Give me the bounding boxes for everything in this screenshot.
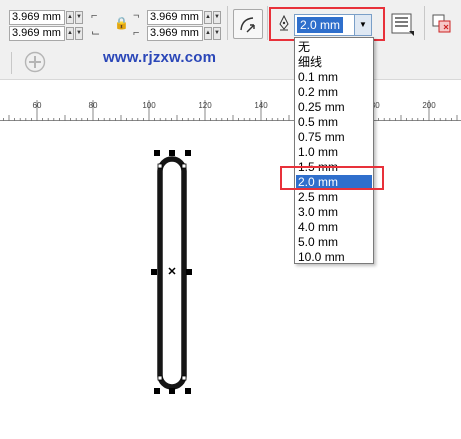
dropdown-option[interactable]: 2.5 mm (296, 190, 372, 205)
convert-to-curves-button[interactable] (428, 9, 458, 39)
dropdown-option[interactable]: 0.2 mm (296, 85, 372, 100)
corner-scale-button[interactable] (233, 9, 263, 39)
dropdown-option[interactable]: 无 (296, 40, 372, 55)
outline-width-dropdown[interactable]: 无 细线 0.1 mm 0.2 mm 0.25 mm 0.5 mm 0.75 m… (294, 37, 374, 264)
property-bar: 3.969 mm ▲ ▼ 3.969 mm ▲ ▼ ⌐ ⌙ 🔒 ¬ ⌐ 3.969 … (0, 0, 461, 46)
ruler-label: 200 (422, 101, 436, 110)
dropdown-option[interactable]: 4.0 mm (296, 220, 372, 235)
selected-option-highlight (280, 166, 384, 190)
dropdown-option[interactable]: 10.0 mm (296, 250, 372, 265)
corner-width-field-top[interactable]: 3.969 mm (9, 10, 65, 25)
pen-nib-icon (278, 14, 290, 34)
toolbar-divider (227, 6, 228, 40)
dropdown-option[interactable]: 0.5 mm (296, 115, 372, 130)
corner-top-icon: ⌐ (91, 10, 98, 22)
wrap-text-icon (391, 13, 414, 36)
chevron-down-icon[interactable]: ▼ (354, 15, 371, 35)
drawing-canvas[interactable] (0, 122, 461, 439)
corner-scale-icon (240, 17, 255, 33)
ruler-label: 140 (254, 101, 268, 110)
corner-height-top-spinner[interactable]: ▲ ▼ (204, 10, 222, 25)
toolbar-divider (424, 6, 425, 40)
dropdown-option[interactable]: 1.0 mm (296, 145, 372, 160)
ruler-label: 60 (32, 101, 42, 110)
corner-height-bottom-spinner[interactable]: ▲ ▼ (204, 26, 222, 41)
lock-icon[interactable]: 🔒 (114, 17, 129, 29)
watermark-text: www.rjzxw.com (103, 49, 217, 66)
corner-height-field-top[interactable]: 3.969 mm (147, 10, 203, 25)
corner-top-right-icon: ¬ (133, 10, 140, 22)
ruler-ticks (3, 100, 458, 121)
convert-curves-icon (432, 14, 451, 33)
corner-width-bottom-spinner[interactable]: ▲ ▼ (66, 26, 84, 41)
selected-rounded-rectangle[interactable] (0, 122, 461, 439)
dropdown-option[interactable]: 5.0 mm (296, 235, 372, 250)
horizontal-ruler[interactable]: 60 80 100 120 140 160 180 200 (0, 99, 461, 121)
wrap-text-button[interactable] (388, 9, 418, 39)
corner-height-field-bottom[interactable]: 3.969 mm (147, 26, 203, 41)
secondary-toolbar (0, 46, 461, 80)
ruler-label: 120 (198, 101, 212, 110)
dropdown-option[interactable]: 细线 (296, 55, 372, 70)
toolbar-divider (267, 6, 268, 40)
dropdown-option[interactable]: 3.0 mm (296, 205, 372, 220)
add-icon[interactable] (24, 51, 46, 73)
dropdown-option[interactable]: 0.25 mm (296, 100, 372, 115)
corner-bottom-right-icon: ⌐ (133, 27, 140, 39)
outline-width-value: 2.0 mm (297, 17, 344, 33)
corner-width-top-spinner[interactable]: ▲ ▼ (66, 10, 84, 25)
outline-width-combo[interactable]: 2.0 mm ▼ (294, 14, 372, 36)
ruler-label: 80 (88, 101, 98, 110)
toolbar-divider (11, 52, 12, 74)
ruler-label: 100 (142, 101, 156, 110)
corner-bottom-icon: ⌙ (91, 27, 101, 39)
dropdown-option[interactable]: 0.1 mm (296, 70, 372, 85)
dropdown-option[interactable]: 0.75 mm (296, 130, 372, 145)
corner-width-field-bottom[interactable]: 3.969 mm (9, 26, 65, 41)
